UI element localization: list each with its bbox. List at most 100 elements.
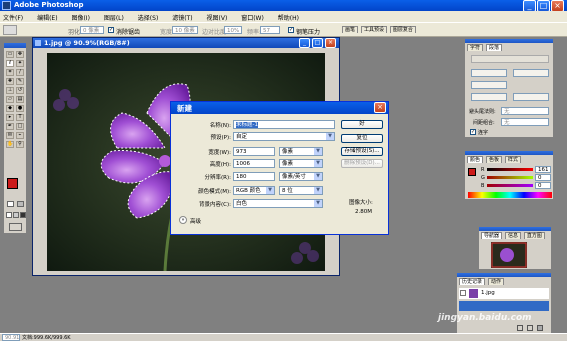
clone-stamp-icon[interactable]: ⊥ bbox=[6, 87, 14, 94]
brush-tool-icon[interactable]: ✎ bbox=[16, 78, 24, 85]
quick-mask-off-icon[interactable] bbox=[7, 201, 14, 207]
crop-tool-icon[interactable]: ⌗ bbox=[6, 69, 14, 76]
palette-tab-brushes[interactable]: 画笔 bbox=[342, 26, 359, 33]
resolution-unit-dropdown-icon[interactable]: ▼ bbox=[314, 173, 322, 180]
menu-help[interactable]: 帮助(H) bbox=[278, 15, 299, 22]
palette-tab-layer-comps[interactable]: 图层复合 bbox=[389, 26, 416, 33]
gradient-tool-icon[interactable]: ▤ bbox=[16, 96, 24, 103]
marquee-tool-icon[interactable]: ▭ bbox=[6, 51, 14, 58]
document-minimize-button[interactable]: _ bbox=[299, 38, 310, 48]
delete-state-icon[interactable] bbox=[537, 325, 543, 331]
menu-view[interactable]: 视图(V) bbox=[207, 15, 228, 22]
save-preset-button[interactable]: 存储预设(S)... bbox=[341, 147, 383, 156]
name-input[interactable]: 未标题-1 bbox=[233, 120, 335, 129]
first-line-indent-input[interactable] bbox=[471, 81, 507, 89]
new-document-from-state-icon[interactable] bbox=[517, 325, 523, 331]
resolution-input[interactable]: 180 bbox=[233, 172, 275, 181]
navigator-thumbnail[interactable] bbox=[491, 242, 527, 268]
lasso-tool-icon[interactable]: ℓ bbox=[6, 60, 14, 67]
move-tool-icon[interactable]: ✥ bbox=[16, 51, 24, 58]
dodge-tool-icon[interactable]: ● bbox=[16, 105, 24, 112]
color-ramp[interactable] bbox=[468, 192, 552, 198]
color-mode-dropdown-icon[interactable]: ▼ bbox=[266, 187, 274, 194]
history-brush-source-icon[interactable] bbox=[460, 290, 466, 296]
menu-filter[interactable]: 滤镜(T) bbox=[172, 15, 192, 22]
document-maximize-button[interactable]: □ bbox=[312, 38, 323, 48]
screen-mode-standard-icon[interactable] bbox=[6, 212, 12, 218]
height-unit-dropdown-icon[interactable]: ▼ bbox=[314, 160, 322, 167]
channel-g-value[interactable]: 0 bbox=[535, 174, 551, 181]
menu-window[interactable]: 窗口(W) bbox=[241, 15, 264, 22]
menu-file[interactable]: 文件(F) bbox=[3, 15, 23, 22]
tab-info[interactable]: 信息 bbox=[504, 232, 521, 239]
eyedropper-icon[interactable]: ⌁ bbox=[16, 132, 24, 139]
preset-dropdown-icon[interactable]: ▼ bbox=[326, 133, 334, 140]
menu-layer[interactable]: 图层(L) bbox=[104, 15, 124, 22]
channel-g-slider[interactable] bbox=[487, 176, 533, 179]
hyphenate-checkbox[interactable]: ✓ bbox=[470, 129, 476, 135]
pen-tool-icon[interactable]: ✒ bbox=[6, 123, 14, 130]
delete-preset-button[interactable]: 删除预设(D)... bbox=[341, 159, 383, 168]
contrast-input[interactable]: 10% bbox=[224, 26, 242, 34]
history-brush-icon[interactable]: ↺ bbox=[16, 87, 24, 94]
zoom-level[interactable]: 90.91% bbox=[2, 334, 20, 341]
color-panel-fg-swatch[interactable] bbox=[468, 168, 476, 176]
feather-input[interactable]: 0 像素 bbox=[80, 26, 104, 34]
channel-r-value[interactable]: 161 bbox=[535, 166, 551, 173]
background-contents-dropdown-icon[interactable]: ▼ bbox=[314, 200, 322, 207]
path-select-icon[interactable]: ▸ bbox=[6, 114, 14, 121]
frequency-input[interactable]: 57 bbox=[260, 26, 280, 34]
blur-tool-icon[interactable]: ◆ bbox=[6, 105, 14, 112]
document-close-button[interactable]: × bbox=[325, 38, 336, 48]
space-after-input[interactable] bbox=[513, 93, 549, 101]
screen-mode-full-menu-icon[interactable] bbox=[13, 212, 19, 218]
menu-select[interactable]: 选择(S) bbox=[138, 15, 159, 22]
tab-paragraph[interactable]: 段落 bbox=[485, 44, 502, 51]
history-snapshot[interactable]: 1.jpg bbox=[459, 288, 549, 299]
hyphen-rule-select[interactable]: 无 bbox=[501, 107, 549, 115]
type-tool-icon[interactable]: T bbox=[16, 114, 24, 121]
tab-character[interactable]: 字符 bbox=[467, 44, 484, 51]
advanced-toggle-icon[interactable]: » bbox=[179, 216, 187, 224]
preset-select[interactable]: 自定 bbox=[233, 132, 335, 141]
indent-left-input[interactable] bbox=[471, 69, 507, 77]
indent-right-input[interactable] bbox=[513, 69, 549, 77]
tab-navigator[interactable]: 导航器 bbox=[481, 232, 503, 239]
height-input[interactable]: 1006 bbox=[233, 159, 275, 168]
tab-history[interactable]: 历史记录 bbox=[459, 278, 486, 285]
ok-button[interactable]: 好 bbox=[341, 120, 383, 129]
hand-tool-icon[interactable]: ✋ bbox=[6, 141, 14, 148]
space-before-input[interactable] bbox=[471, 93, 507, 101]
tab-styles[interactable]: 样式 bbox=[504, 156, 521, 163]
width-input[interactable]: 10 像素 bbox=[172, 26, 198, 34]
channel-b-slider[interactable] bbox=[487, 184, 533, 187]
tab-actions[interactable]: 动作 bbox=[487, 278, 504, 285]
bit-depth-dropdown-icon[interactable]: ▼ bbox=[314, 187, 322, 194]
jump-to-imageready-icon[interactable] bbox=[9, 223, 22, 231]
slice-tool-icon[interactable]: / bbox=[16, 69, 24, 76]
screen-mode-full-icon[interactable] bbox=[20, 212, 26, 218]
menu-edit[interactable]: 编辑(E) bbox=[37, 15, 57, 22]
quick-mask-on-icon[interactable] bbox=[17, 201, 24, 207]
notes-tool-icon[interactable]: ✉ bbox=[6, 132, 14, 139]
palette-tab-tool-presets[interactable]: 工具预设 bbox=[360, 26, 387, 33]
history-state-selected[interactable] bbox=[459, 301, 549, 311]
tab-histogram[interactable]: 直方图 bbox=[523, 232, 545, 239]
zoom-tool-icon[interactable]: ⚲ bbox=[16, 141, 24, 148]
antialias-checkbox[interactable]: ✓ bbox=[108, 27, 114, 33]
tab-swatches[interactable]: 色板 bbox=[485, 156, 502, 163]
tab-color[interactable]: 颜色 bbox=[467, 156, 484, 163]
dialog-close-button[interactable]: × bbox=[374, 102, 386, 113]
menu-image[interactable]: 图像(I) bbox=[71, 15, 89, 22]
spacing-select[interactable]: 无 bbox=[501, 118, 549, 126]
lasso-tool-preset-icon[interactable] bbox=[3, 25, 17, 35]
background-contents-select[interactable]: 白色 bbox=[233, 199, 323, 208]
reset-button[interactable]: 复位 bbox=[341, 134, 383, 143]
foreground-color-swatch[interactable] bbox=[7, 178, 18, 189]
width-unit-dropdown-icon[interactable]: ▼ bbox=[314, 148, 322, 155]
pen-pressure-checkbox[interactable]: ✓ bbox=[288, 27, 294, 33]
channel-r-slider[interactable] bbox=[487, 168, 533, 171]
eraser-tool-icon[interactable]: ▱ bbox=[6, 96, 14, 103]
width-input[interactable]: 973 bbox=[233, 147, 275, 156]
shape-tool-icon[interactable]: □ bbox=[16, 123, 24, 130]
